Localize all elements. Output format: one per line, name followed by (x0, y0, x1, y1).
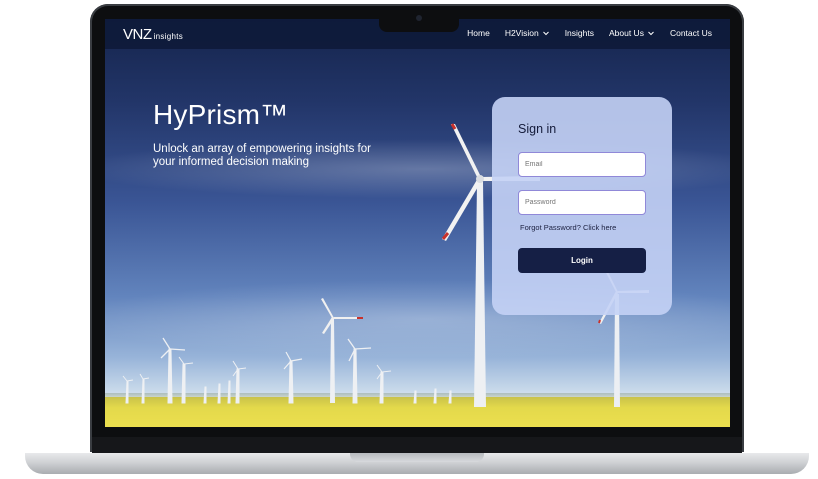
nav-item-label: Contact Us (669, 28, 712, 38)
logo-sub: insights (153, 32, 184, 41)
hero-subtitle: Unlock an array of empowering insights f… (153, 143, 371, 168)
screen: VNZ insights Home H2Vision Insights About… (105, 19, 730, 427)
email-field[interactable] (518, 152, 646, 177)
signin-card: Sign in Forgot Password? Click here Logi… (492, 97, 672, 315)
hero-title: HyPrism™ (153, 99, 289, 130)
signin-title: Sign in (518, 122, 557, 136)
nav-item-label: Home (467, 28, 490, 38)
password-field[interactable] (518, 190, 646, 215)
camera-notch (379, 8, 459, 32)
nav-item-h2vision[interactable]: H2Vision (505, 28, 550, 38)
login-button[interactable]: Login (518, 248, 646, 273)
nav-item-about-us[interactable]: About Us (609, 28, 655, 38)
chevron-down-icon (648, 31, 654, 36)
logo-main: VNZ (123, 26, 152, 43)
laptop-thumb-notch (350, 453, 484, 462)
chevron-down-icon (542, 31, 549, 36)
forgot-password-link[interactable]: Click here (583, 223, 616, 232)
brand-logo[interactable]: VNZ insights (123, 26, 183, 43)
nav-item-label: Insights (564, 28, 594, 38)
nav-item-home[interactable]: Home (467, 28, 490, 38)
nav-item-insights[interactable]: Insights (565, 28, 594, 38)
nav-links: Home H2Vision Insights About Us Contact … (467, 28, 712, 38)
camera-icon (416, 15, 422, 21)
nav-item-contact-us[interactable]: Contact Us (670, 28, 712, 38)
nav-item-label: About Us (608, 28, 644, 38)
nav-item-label: H2Vision (504, 28, 539, 38)
forgot-password-text: Forgot Password? Click here (520, 223, 616, 232)
forgot-password-label: Forgot Password? (520, 223, 581, 232)
